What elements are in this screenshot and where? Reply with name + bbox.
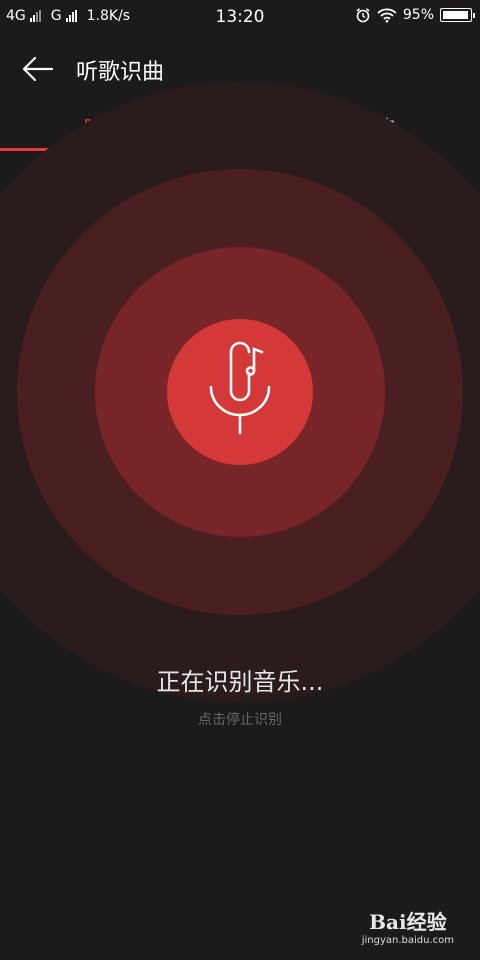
watermark-url: jingyan.baidu.com bbox=[361, 935, 454, 946]
listening-ripple bbox=[0, 82, 480, 702]
stop-hint[interactable]: 点击停止识别 bbox=[0, 709, 480, 729]
baidu-watermark: Bai经验 jingyan.baidu.com bbox=[362, 906, 454, 946]
mic-button[interactable] bbox=[167, 319, 313, 465]
watermark-brand: Bai经验 bbox=[369, 910, 447, 934]
recognition-status: 正在识别音乐... bbox=[156, 668, 324, 696]
